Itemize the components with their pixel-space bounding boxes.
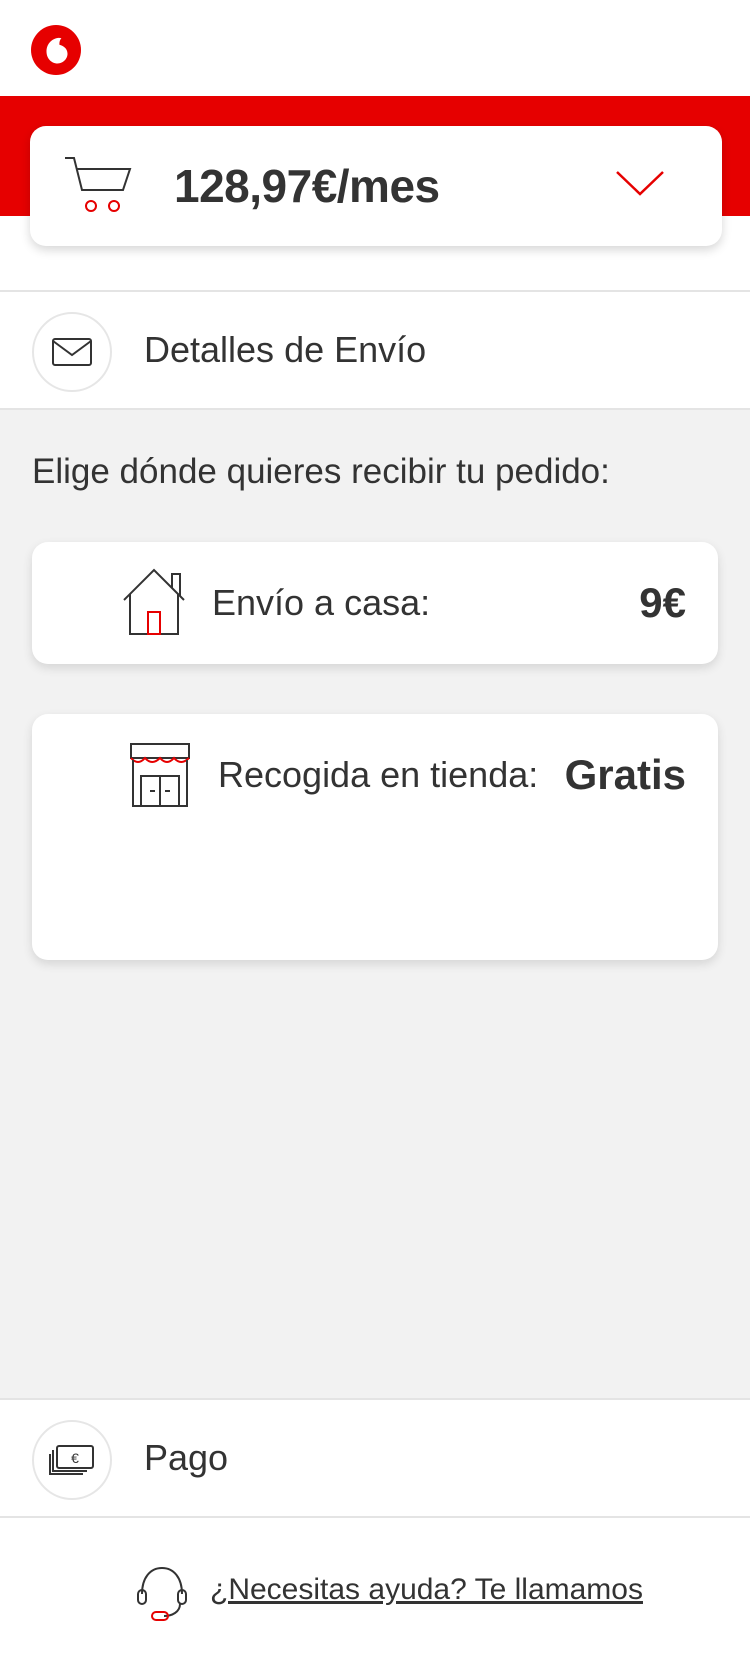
delivery-prompt: Elige dónde quieres recibir tu pedido: bbox=[32, 452, 610, 491]
store-pickup-label: Recogida en tienda: bbox=[218, 754, 539, 795]
vodafone-logo-icon[interactable] bbox=[30, 24, 82, 76]
home-delivery-label: Envío a casa: bbox=[212, 582, 431, 623]
shipping-details-title: Detalles de Envío bbox=[144, 329, 427, 370]
shopping-cart-icon bbox=[64, 154, 132, 216]
cart-summary-card[interactable]: 128,97€/mes bbox=[30, 126, 722, 246]
headset-icon bbox=[136, 1564, 188, 1624]
home-delivery-option[interactable]: Envío a casa: 9€ bbox=[32, 542, 718, 664]
shipping-details-section[interactable]: Detalles de Envío bbox=[0, 290, 750, 410]
payment-title: Pago bbox=[144, 1437, 229, 1478]
cart-monthly-price: 128,97€/mes bbox=[174, 160, 440, 212]
store-icon bbox=[128, 742, 192, 813]
envelope-icon bbox=[32, 312, 112, 392]
store-pickup-price: Gratis bbox=[564, 751, 686, 798]
help-callback-link[interactable]: ¿Necesitas ayuda? Te llamamos bbox=[210, 1570, 643, 1610]
store-pickup-option[interactable]: Recogida en tienda: Gratis bbox=[32, 714, 718, 960]
payment-card-icon: € bbox=[32, 1420, 112, 1500]
house-icon bbox=[122, 568, 188, 641]
home-delivery-price: 9€ bbox=[639, 579, 686, 626]
svg-text:€: € bbox=[71, 1450, 79, 1466]
help-footer: ¿Necesitas ayuda? Te llamamos bbox=[0, 1518, 750, 1676]
chevron-down-icon[interactable] bbox=[614, 162, 666, 202]
app-header bbox=[0, 0, 750, 96]
payment-section[interactable]: € Pago bbox=[0, 1398, 750, 1518]
